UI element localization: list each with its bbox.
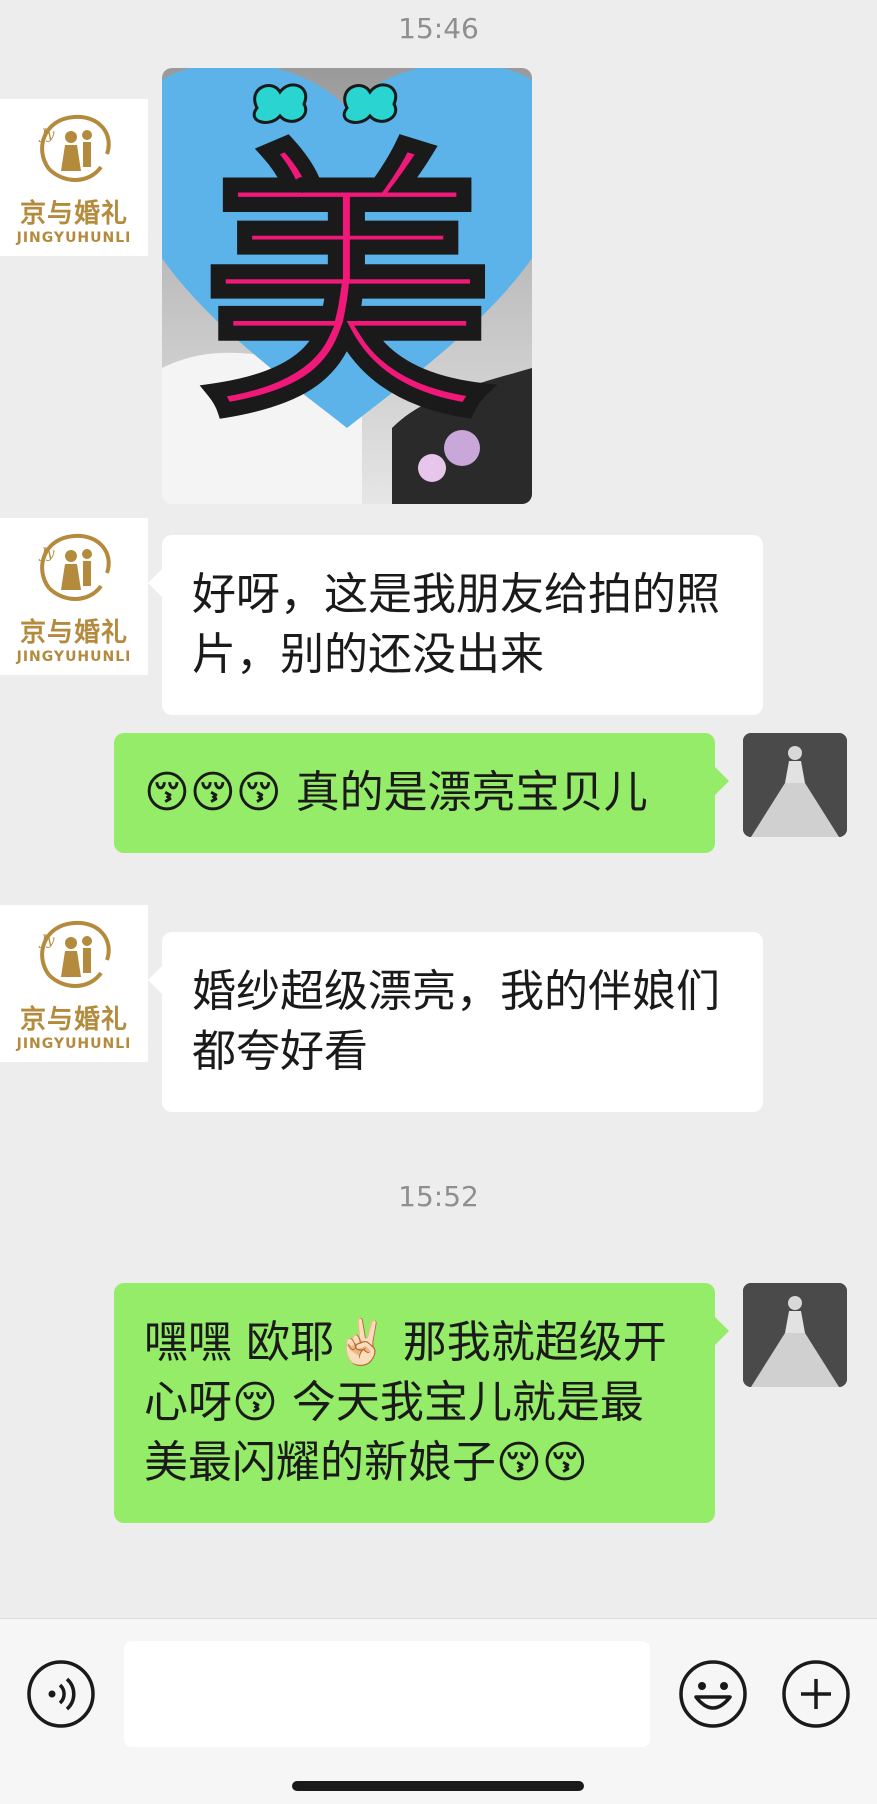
message-text: 嘿嘿 欧耶✌🏻 那我就超级开心呀😚 今天我宝儿就是最美最闪耀的新娘子😚😚: [144, 1317, 667, 1488]
chat-input-bar: [0, 1618, 877, 1804]
message-text: 好呀，这是我朋友给拍的照片，别的还没出来: [192, 569, 720, 680]
voice-button[interactable]: [26, 1659, 96, 1729]
message-text: 婚纱超级漂亮，我的伴娘们都夸好看: [192, 966, 720, 1077]
contact-avatar[interactable]: Jy 京与婚礼 JINGYUHUNLI: [0, 518, 148, 675]
more-button[interactable]: [781, 1659, 851, 1729]
timestamp: 15:46: [398, 12, 479, 45]
sticker-character: 美: [202, 120, 492, 457]
user-avatar[interactable]: [743, 733, 847, 837]
contact-avatar[interactable]: Jy 京与婚礼 JINGYUHUNLI: [0, 99, 148, 256]
message-bubble-outgoing[interactable]: 嘿嘿 欧耶✌🏻 那我就超级开心呀😚 今天我宝儿就是最美最闪耀的新娘子😚😚: [114, 1283, 729, 1523]
image-message[interactable]: 美: [162, 68, 532, 504]
bride-photo-icon: [743, 733, 847, 837]
home-indicator[interactable]: [292, 1781, 584, 1791]
message-input[interactable]: [124, 1641, 650, 1747]
svg-text:Jy: Jy: [38, 933, 56, 949]
brand-name: 京与婚礼: [19, 1005, 128, 1035]
brand-subtitle: JINGYUHUNLI: [16, 230, 132, 246]
emoji-button[interactable]: [678, 1659, 748, 1729]
brand-subtitle: JINGYUHUNLI: [16, 649, 132, 665]
voice-icon: [27, 1660, 95, 1728]
user-avatar[interactable]: [743, 1283, 847, 1387]
message-bubble-incoming[interactable]: 婚纱超级漂亮，我的伴娘们都夸好看: [148, 932, 763, 1112]
bride-photo-icon: [743, 1283, 847, 1387]
wedding-logo-icon: Jy: [38, 533, 111, 601]
sticker-covered-photo: 美: [162, 68, 532, 504]
brand-subtitle: JINGYUHUNLI: [16, 1036, 132, 1052]
svg-text:Jy: Jy: [38, 546, 56, 562]
svg-text:Jy: Jy: [38, 127, 56, 143]
message-bubble-incoming[interactable]: 好呀，这是我朋友给拍的照片，别的还没出来: [148, 535, 763, 715]
emoji-icon: [679, 1660, 747, 1728]
wedding-logo-icon: Jy: [38, 920, 111, 988]
timestamp: 15:52: [398, 1180, 479, 1213]
contact-avatar[interactable]: Jy 京与婚礼 JINGYUHUNLI: [0, 905, 148, 1062]
message-bubble-outgoing[interactable]: 😚😚😚 真的是漂亮宝贝儿: [114, 733, 729, 853]
wedding-logo-icon: Jy: [38, 114, 111, 182]
plus-icon: [782, 1660, 850, 1728]
brand-name: 京与婚礼: [19, 199, 128, 229]
brand-name: 京与婚礼: [19, 618, 128, 648]
message-text: 😚😚😚 真的是漂亮宝贝儿: [144, 767, 648, 818]
